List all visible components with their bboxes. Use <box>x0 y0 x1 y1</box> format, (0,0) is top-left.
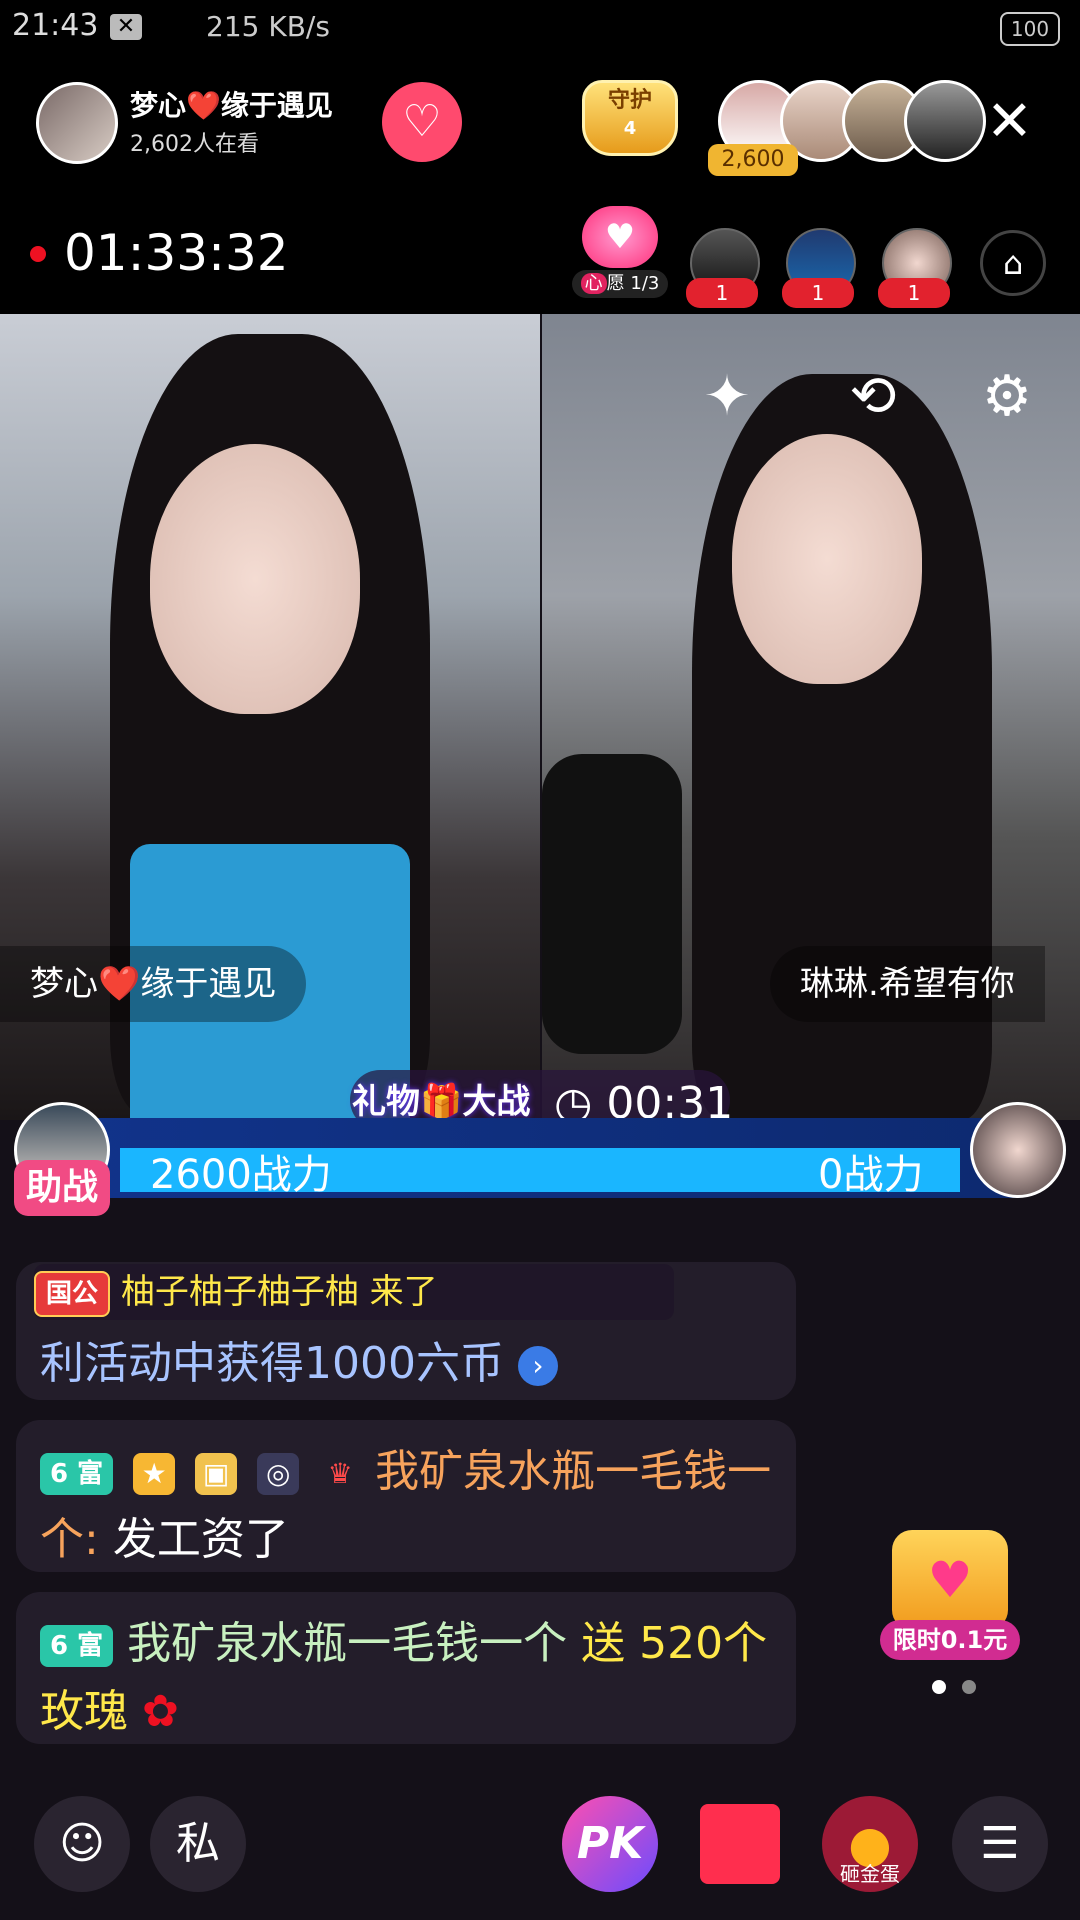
host-name-label: 梦心❤️缘于遇见 <box>0 946 307 1022</box>
rose-icon: ✿ <box>142 1686 179 1737</box>
follow-button[interactable]: ♡ <box>382 82 462 162</box>
chat-text: 发工资了 <box>112 1514 289 1565</box>
battle-title: 礼物🎁大战 <box>352 1082 531 1122</box>
status-bar <box>0 0 1080 56</box>
camera-switch-icon[interactable]: ⟲ <box>836 360 910 434</box>
limited-offer-promo[interactable]: ♥ 限时0.1元 <box>880 1530 1030 1670</box>
entry-banner: 国公 柚子柚子柚子柚 来了 <box>34 1264 674 1320</box>
microphone-figure <box>542 754 682 1054</box>
star-badge-icon: ★ <box>133 1453 176 1495</box>
rich-level-badge: 6 富 <box>40 1625 114 1667</box>
host-name: 梦心❤️缘于遇见 <box>130 89 333 122</box>
guest-name-label: 琳琳.希望有你 <box>770 946 1045 1022</box>
wish-widget[interactable]: ♥ 心愿 1/3 <box>572 206 668 298</box>
user-badge-icon: ▣ <box>195 1453 238 1495</box>
notification-icon: ✕ <box>110 14 142 40</box>
status-time: 21:43 <box>12 8 99 43</box>
network-speed: 215 KB/s <box>206 10 330 43</box>
rank-count: 1 <box>878 278 950 308</box>
heart-icon: ♥ <box>582 206 658 268</box>
egg-label: 砸金蛋 <box>840 1862 900 1886</box>
recording-icon <box>30 246 46 262</box>
close-icon[interactable]: ✕ <box>986 92 1033 152</box>
title-badge: 国公 <box>34 1270 111 1317</box>
guard-label: 守护 <box>607 88 652 113</box>
promo-label: 限时0.1元 <box>880 1620 1020 1660</box>
pk-button[interactable]: PK <box>562 1796 658 1892</box>
battery-icon: 100 <box>1000 12 1060 46</box>
video-figure <box>732 434 922 684</box>
live-timer: 01:33:32 <box>64 224 289 282</box>
rank-count: 1 <box>782 278 854 308</box>
rich-medal-icon: ◎ <box>257 1453 300 1495</box>
guard-count: 4 <box>623 118 637 139</box>
gift-button[interactable] <box>692 1796 788 1892</box>
sofa-icon[interactable]: ⌂ <box>980 230 1046 296</box>
chat-user[interactable]: 我矿泉水瓶一毛钱一个 <box>127 1618 567 1669</box>
chat-message[interactable]: 6 富 ★ ▣ ◎ ♛ 我矿泉水瓶一毛钱一个: 发工资了 <box>16 1420 796 1572</box>
settings-gear-icon[interactable]: ⚙ <box>970 360 1044 434</box>
right-power: 0战力 <box>818 1152 924 1198</box>
chat-message[interactable]: 6 富 我矿泉水瓶一毛钱一个 送 520个玫瑰 ✿ <box>16 1592 796 1744</box>
viewer-count: 2,602人在看 <box>130 132 259 157</box>
wish-label: 心愿 1/3 <box>572 270 668 298</box>
assist-button[interactable]: 助战 <box>14 1160 110 1216</box>
top-viewer-avatar[interactable] <box>904 80 986 162</box>
guest-mini-avatar[interactable] <box>970 1102 1066 1198</box>
gift-icon <box>700 1804 780 1884</box>
heart-card-icon: ♥ <box>892 1530 1008 1630</box>
beauty-wand-icon[interactable]: ✦ <box>690 360 764 434</box>
golden-egg-button[interactable]: ● 砸金蛋 <box>822 1796 918 1892</box>
chevron-right-icon[interactable]: › <box>517 1346 558 1386</box>
menu-icon[interactable]: ☰ <box>952 1796 1048 1892</box>
private-message-button[interactable]: 私 <box>150 1796 246 1892</box>
chat-bubble-icon[interactable]: ☺ <box>34 1796 130 1892</box>
top-viewer-score: 2,600 <box>708 144 798 176</box>
guard-badge[interactable]: 守护 4 <box>582 80 678 164</box>
left-power: 2600战力 <box>150 1152 332 1198</box>
rich-level-badge: 6 富 <box>40 1453 114 1495</box>
video-figure <box>150 444 360 714</box>
carousel-dot-active <box>932 1680 946 1694</box>
host-avatar[interactable] <box>36 82 118 164</box>
chat-action: 送 <box>581 1618 626 1669</box>
carousel-dot <box>962 1680 976 1694</box>
rank-count: 1 <box>686 278 758 308</box>
crown-icon: ♛ <box>327 1457 353 1490</box>
